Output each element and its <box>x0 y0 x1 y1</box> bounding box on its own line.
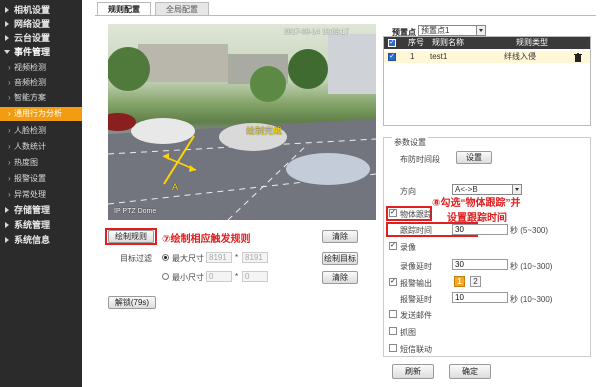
row-rule-name: test1 <box>430 52 448 61</box>
min-size-radio[interactable] <box>162 273 169 280</box>
sidebar: 相机设置 网络设置 云台设置 事件管理 视频检测 音频检测 智能方案 通用行为分… <box>0 0 82 387</box>
chevron-down-icon <box>512 185 521 194</box>
size-separator: * <box>235 272 239 281</box>
col-rule-type: 规则类型 <box>516 38 548 47</box>
sidebar-item-system-info[interactable]: 系统信息 <box>0 233 82 247</box>
schedule-label: 布防时间段 <box>400 155 440 164</box>
rule-table: ✓ 序号 规则名称 规则类型 ✓ 1 test1 绊线入侵 <box>383 36 591 126</box>
sidebar-item-audio-detect[interactable]: 音频检测 <box>0 76 82 90</box>
max-size-label: 最大尺寸 <box>172 254 204 263</box>
sidebar-item-behavior-analysis[interactable]: 通用行为分析 <box>0 107 82 121</box>
table-row[interactable]: ✓ 1 test1 绊线入侵 <box>384 51 590 63</box>
min-height-field[interactable]: 0 <box>242 271 268 282</box>
draw-target-button[interactable]: 绘制目标 <box>322 252 358 265</box>
refresh-button[interactable]: 刷新 <box>392 364 434 379</box>
tree <box>288 49 328 89</box>
max-width-field[interactable]: 8191 <box>206 252 232 263</box>
row-rule-type: 绊线入侵 <box>504 52 536 61</box>
tab-divider <box>95 15 596 16</box>
sms-link-label: 短信联动 <box>400 345 432 354</box>
col-index: 序号 <box>408 38 424 47</box>
alarm-out-checkbox[interactable]: ✓ <box>389 278 397 286</box>
record-delay-unit: 秒 (10~300) <box>510 262 553 271</box>
tracking-time-input[interactable]: 30 <box>452 224 508 235</box>
draw-rule-button[interactable]: 绘制规则 <box>108 230 154 243</box>
chevron-down-icon <box>476 26 485 35</box>
preset-select[interactable]: 预置点1 <box>418 25 486 36</box>
tracking-time-unit: 秒 (5~300) <box>510 226 549 235</box>
record-delay-label: 录像延时 <box>400 262 432 271</box>
record-checkbox[interactable]: ✓ <box>389 242 397 250</box>
sidebar-item-smart-plan[interactable]: 智能方案 <box>0 91 82 105</box>
sidebar-item-events[interactable]: 事件管理 <box>0 45 82 59</box>
confirm-button[interactable]: 确定 <box>449 364 491 379</box>
video-timestamp: 2017-03-14 13:53:17 <box>284 29 349 36</box>
tripwire-label: A <box>172 182 179 192</box>
annotation-step7: ⑦绘制相应触发规则 <box>162 234 251 245</box>
rule-table-header: ✓ 序号 规则名称 规则类型 <box>384 37 590 49</box>
tree <box>108 47 150 91</box>
sidebar-item-system[interactable]: 系统管理 <box>0 218 82 232</box>
size-separator: * <box>235 253 239 262</box>
object-tracking-checkbox[interactable]: ✓ <box>389 209 397 217</box>
camera-name: IP PTZ Dome <box>114 208 157 215</box>
annotation-step8-line1: ⑧勾选“物体跟踪”并 <box>432 198 521 209</box>
alarm-out-label: 报警输出 <box>400 279 432 288</box>
record-delay-input[interactable]: 30 <box>452 259 508 270</box>
tracking-time-label: 跟踪时间 <box>400 226 432 235</box>
sidebar-item-ptz[interactable]: 云台设置 <box>0 31 82 45</box>
min-width-field[interactable]: 0 <box>206 271 232 282</box>
alarm-out-2-toggle[interactable]: 2 <box>470 276 481 287</box>
preset-select-value: 预置点1 <box>421 26 450 35</box>
sidebar-item-exceptions[interactable]: 异常处理 <box>0 188 82 202</box>
send-email-checkbox[interactable] <box>389 310 397 318</box>
row-checkbox[interactable]: ✓ <box>388 53 396 61</box>
sidebar-item-network[interactable]: 网络设置 <box>0 17 82 31</box>
video-preview[interactable]: 2017-03-14 13:53:17 绘制完成 A IP PTZ Dome <box>108 24 376 220</box>
target-filter-label: 目标过滤 <box>120 254 152 263</box>
min-size-label: 最小尺寸 <box>172 273 204 282</box>
params-section-title: 参数设置 <box>392 137 428 148</box>
object-tracking-label: 物体跟踪 <box>400 210 432 219</box>
tree <box>250 66 286 102</box>
direction-select-value: A<->B <box>455 185 478 194</box>
sidebar-item-camera[interactable]: 相机设置 <box>0 3 82 17</box>
trash-icon[interactable] <box>574 51 582 63</box>
clear-rule-button[interactable]: 清除 <box>322 230 358 243</box>
sidebar-item-heatmap[interactable]: 热度图 <box>0 156 82 170</box>
building <box>138 44 228 82</box>
sidebar-item-video-detect[interactable]: 视频检测 <box>0 61 82 75</box>
unlock-button[interactable]: 解锁(79s) <box>108 296 156 309</box>
alarm-delay-input[interactable]: 10 <box>452 292 508 303</box>
car <box>131 118 195 144</box>
max-height-field[interactable]: 8191 <box>242 252 268 263</box>
snapshot-checkbox[interactable] <box>389 327 397 335</box>
app-root: 相机设置 网络设置 云台设置 事件管理 视频检测 音频检测 智能方案 通用行为分… <box>0 0 600 387</box>
overlay-draw-complete: 绘制完成 <box>246 126 283 136</box>
row-index: 1 <box>410 52 415 61</box>
clear-target-button[interactable]: 清除 <box>322 271 358 284</box>
tab-global-config[interactable]: 全局配置 <box>155 2 209 15</box>
schedule-button[interactable]: 设置 <box>456 151 492 164</box>
sidebar-item-people-count[interactable]: 人数统计 <box>0 140 82 154</box>
sidebar-item-face-detect[interactable]: 人脸检测 <box>0 124 82 138</box>
alarm-delay-unit: 秒 (10~300) <box>510 295 553 304</box>
tab-rule-config[interactable]: 规则配置 <box>97 2 151 16</box>
car <box>286 153 370 185</box>
sms-link-checkbox[interactable] <box>389 344 397 352</box>
alarm-out-1-toggle[interactable]: 1 <box>454 276 465 287</box>
direction-label: 方向 <box>400 187 416 196</box>
sidebar-item-alarm-settings[interactable]: 报警设置 <box>0 172 82 186</box>
select-all-checkbox[interactable]: ✓ <box>388 39 396 47</box>
snapshot-label: 抓图 <box>400 328 416 337</box>
record-label: 录像 <box>400 243 416 252</box>
max-size-radio[interactable] <box>162 254 169 261</box>
sidebar-item-storage[interactable]: 存储管理 <box>0 203 82 217</box>
building <box>328 34 376 94</box>
video-scene <box>108 34 376 220</box>
alarm-delay-label: 报警延时 <box>400 295 432 304</box>
col-rule-name: 规则名称 <box>432 38 464 47</box>
send-email-label: 发送邮件 <box>400 311 432 320</box>
